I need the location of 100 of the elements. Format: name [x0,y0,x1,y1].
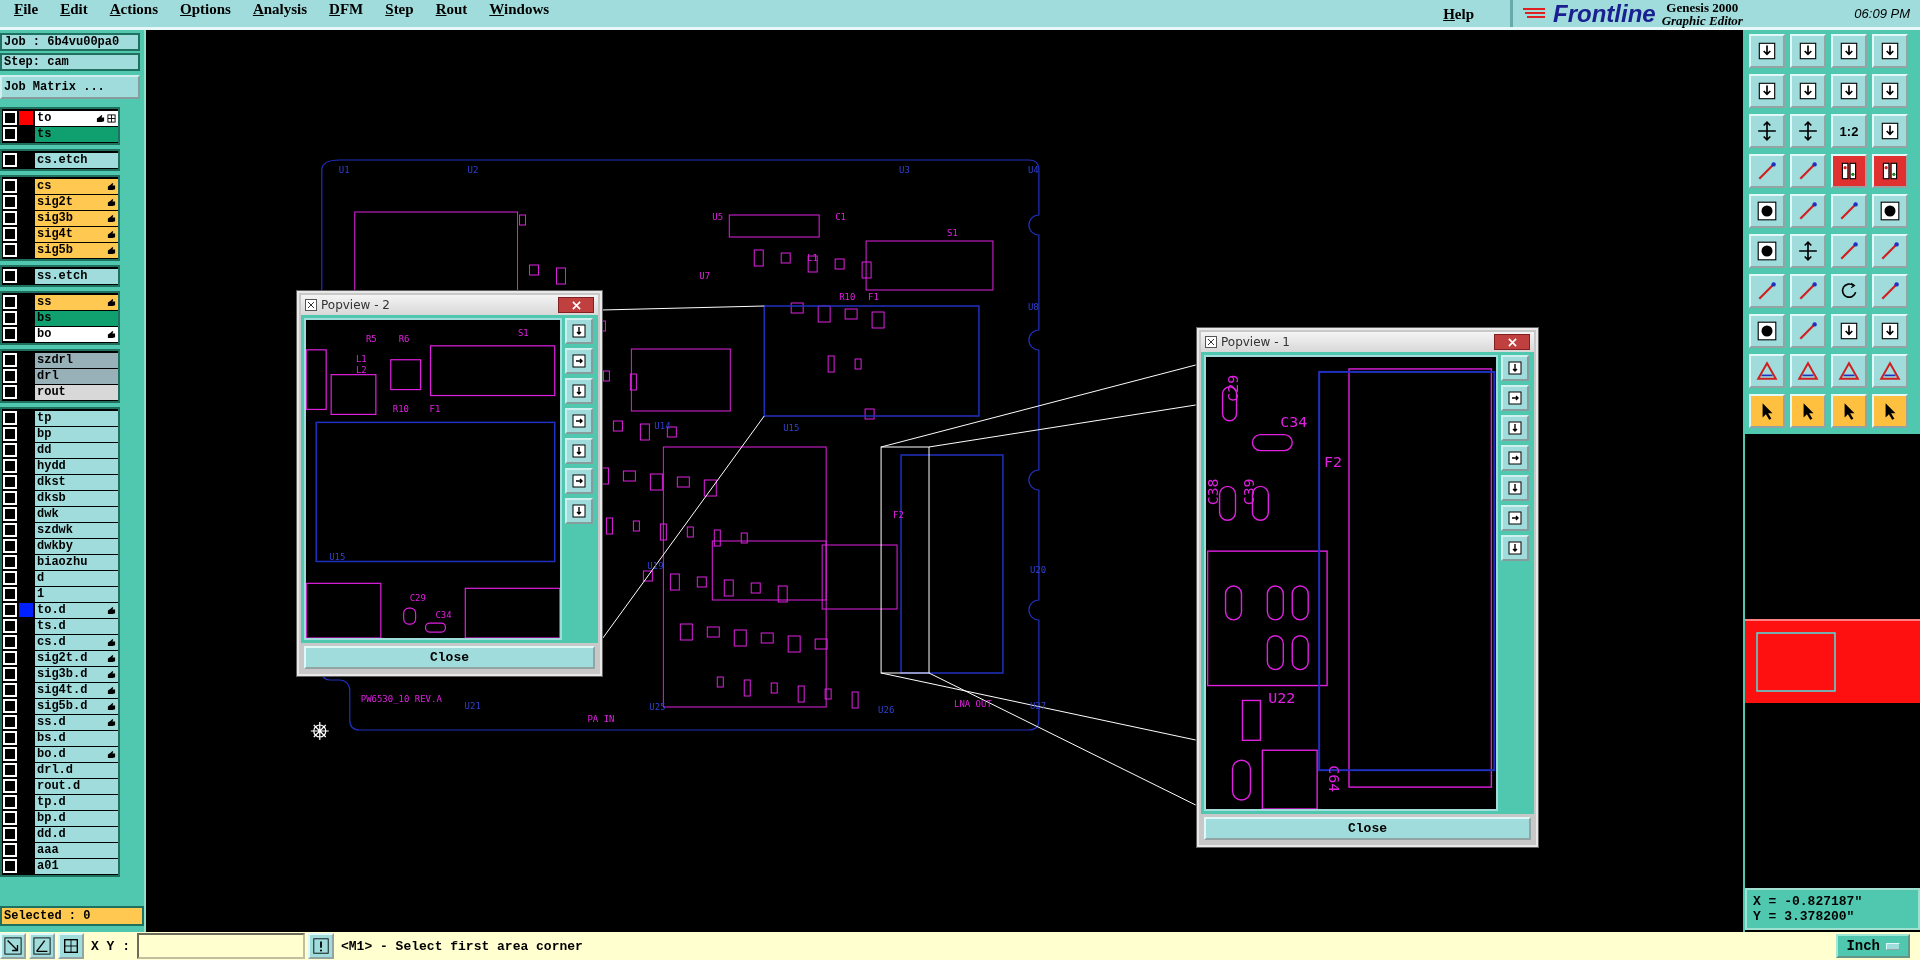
layer-checkbox[interactable] [3,683,17,697]
layer-checkbox[interactable] [3,779,17,793]
unit-dropdown[interactable]: Inch [1836,934,1910,958]
tool-button[interactable] [1749,194,1785,228]
menu-item[interactable]: Rout [429,0,474,18]
menu-item[interactable]: Windows [483,0,556,18]
layer-item[interactable]: aaa [35,842,118,858]
layer-item[interactable]: cs.d [35,634,118,650]
view-tool-button[interactable] [1501,535,1529,561]
view-tool-button[interactable] [1501,415,1529,441]
layer-checkbox[interactable] [3,587,17,601]
layer-item[interactable]: ss.d [35,714,118,730]
layer-item[interactable]: ss [35,294,118,310]
tool-button[interactable] [1872,74,1908,108]
tool-button[interactable] [1749,34,1785,68]
layer-item[interactable]: sig4t.d [35,682,118,698]
layer-item[interactable]: sig2t.d [35,650,118,666]
tool-button[interactable] [1749,114,1785,148]
layer-checkbox[interactable] [3,179,17,193]
layer-checkbox[interactable] [3,619,17,633]
layer-item[interactable]: sig2t [35,194,118,210]
view-tool-button[interactable] [565,438,593,464]
layer-item[interactable]: ts [35,126,118,142]
layer-checkbox[interactable] [3,667,17,681]
layer-checkbox[interactable] [3,571,17,585]
layer-checkbox[interactable] [3,651,17,665]
layer-checkbox[interactable] [3,243,17,257]
zoom-view[interactable]: S1 L1 L2 R10 F1 U15 C29 C34 R5 R6 [304,318,562,640]
layer-checkbox[interactable] [3,153,17,167]
layer-checkbox[interactable] [3,311,17,325]
layer-item[interactable]: ss.etch [35,268,118,284]
view-tool-button[interactable] [1501,475,1529,501]
tool-button[interactable] [1749,234,1785,268]
tool-button[interactable] [1872,394,1908,428]
view-tool-button[interactable] [565,378,593,404]
view-tool-button[interactable] [565,468,593,494]
layer-checkbox[interactable] [3,269,17,283]
layer-item[interactable]: rout [35,384,118,400]
layer-checkbox[interactable] [3,353,17,367]
view-tool-button[interactable] [565,348,593,374]
menu-item[interactable]: Step [379,0,420,18]
menu-item[interactable]: Edit [54,0,94,18]
layer-item[interactable]: dd.d [35,826,118,842]
layer-item[interactable]: sig3b.d [35,666,118,682]
view-tool-button[interactable] [1501,355,1529,381]
layer-checkbox[interactable] [3,859,17,873]
help-menu[interactable]: Help [1437,0,1480,27]
view-tool-button[interactable] [565,318,593,344]
layer-item[interactable]: to.d [35,602,118,618]
layer-checkbox[interactable] [3,227,17,241]
layer-item[interactable]: d [35,570,118,586]
layer-checkbox[interactable] [3,459,17,473]
tool-button[interactable] [308,933,334,959]
menu-item[interactable]: Options [174,0,237,18]
tool-button[interactable] [1872,314,1908,348]
layer-checkbox[interactable] [3,811,17,825]
menu-item[interactable]: File [8,0,45,18]
layer-checkbox[interactable] [3,731,17,745]
view-tool-button[interactable] [1501,445,1529,471]
layer-item[interactable]: dksb [35,490,118,506]
tool-button[interactable] [1749,74,1785,108]
tool-button[interactable] [1831,314,1867,348]
layer-checkbox[interactable] [3,539,17,553]
menu-item[interactable]: Actions [103,0,165,18]
layer-item[interactable]: dkst [35,474,118,490]
tool-button[interactable] [58,933,84,959]
layer-item[interactable]: sig3b [35,210,118,226]
view-tool-button[interactable] [565,498,593,524]
layer-checkbox[interactable] [3,295,17,309]
layer-item[interactable]: rout.d [35,778,118,794]
layer-checkbox[interactable] [3,843,17,857]
tool-button[interactable] [1749,394,1785,428]
layer-item[interactable]: sig4t [35,226,118,242]
layer-item[interactable]: bp.d [35,810,118,826]
layer-item[interactable]: drl.d [35,762,118,778]
tool-button[interactable]: 1:2 [1831,114,1867,148]
layer-item[interactable]: sig5b.d [35,698,118,714]
layer-checkbox[interactable] [3,699,17,713]
layer-checkbox[interactable] [3,443,17,457]
layer-checkbox[interactable] [3,763,17,777]
layer-checkbox[interactable] [3,555,17,569]
layer-item[interactable]: bs.d [35,730,118,746]
layer-checkbox[interactable] [3,427,17,441]
tool-button[interactable] [1790,234,1826,268]
coordinate-input[interactable] [137,933,305,959]
layer-checkbox[interactable] [3,327,17,341]
tool-button[interactable] [1872,34,1908,68]
layer-checkbox[interactable] [3,111,17,125]
view-tool-button[interactable] [565,408,593,434]
tool-button[interactable] [1790,34,1826,68]
menu-item[interactable]: DFM [323,0,370,18]
layer-checkbox[interactable] [3,715,17,729]
tool-button[interactable] [1831,74,1867,108]
layer-item[interactable]: tp.d [35,794,118,810]
layer-item[interactable]: dwkby [35,538,118,554]
layer-item[interactable]: dwk [35,506,118,522]
layer-checkbox[interactable] [3,491,17,505]
layer-checkbox[interactable] [3,747,17,761]
view-tool-button[interactable] [1501,385,1529,411]
layer-checkbox[interactable] [3,369,17,383]
